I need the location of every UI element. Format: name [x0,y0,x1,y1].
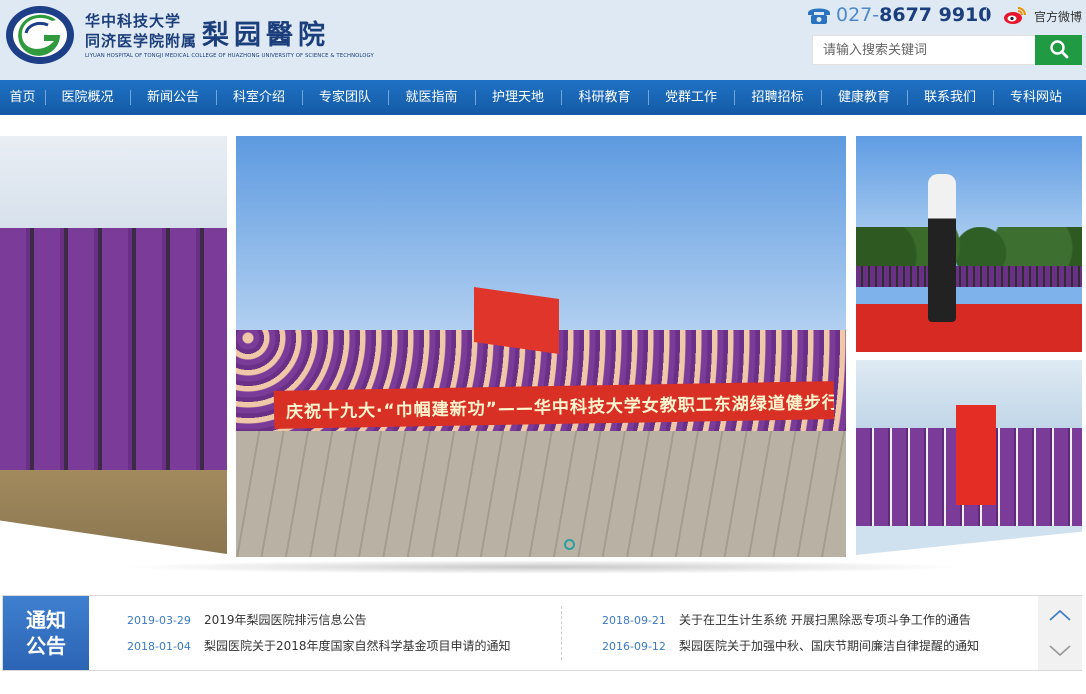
notice-panel: 通知 公告 2019-03-29 2019年梨园医院排污信息公告 2018-01-… [2,595,1082,671]
notice-divider [561,606,562,660]
notice-title[interactable]: 2019年梨园医院排污信息公告 [204,613,367,627]
weibo-link[interactable]: 官方微博 [1034,8,1082,25]
notice-item[interactable]: 2016-09-12 梨园医院关于加强中秋、国庆节期间廉洁自律提醒的通知 [602,637,979,654]
nav-item-research[interactable]: 科研教育 [561,80,648,115]
slide-photo-left[interactable] [0,136,227,554]
logo-line-2: 同济医学院附属 [85,32,198,50]
nav-item-specialty-sites[interactable]: 专科网站 [993,80,1079,115]
slide-photo-bottom-right[interactable] [856,360,1082,555]
nav-item-recruitment[interactable]: 招聘招标 [734,80,821,115]
header-divider [986,8,987,22]
photo-ground [0,470,227,554]
banner-carousel: 庆祝十九大·“巾帼建新功”——华中科技大学女教职工东湖绿道健步行活动 [0,116,1086,574]
search-input[interactable] [812,35,1036,65]
notice-date: 2019-03-29 [127,614,191,627]
hotline-area-code: 027- [836,4,880,26]
notice-title[interactable]: 梨园医院关于2018年度国家自然科学基金项目申请的通知 [204,639,511,653]
phone-icon [808,8,830,24]
notice-title[interactable]: 梨园医院关于加强中秋、国庆节期间廉洁自律提醒的通知 [679,639,979,653]
nav-item-party[interactable]: 党群工作 [648,80,734,115]
carousel-indicator[interactable] [564,539,575,550]
nav-item-patient-guide[interactable]: 就医指南 [388,80,475,115]
photo-ground [236,430,846,557]
nav-item-news[interactable]: 新闻公告 [130,80,216,115]
hotline: 027-8677 9910 [836,4,992,26]
notice-prev-button[interactable] [1038,596,1082,633]
photo-group [0,227,227,492]
notice-date: 2016-09-12 [602,640,666,653]
notice-scroll-controls [1038,596,1082,670]
notice-next-button[interactable] [1038,633,1082,670]
nav-item-home[interactable]: 首页 [0,80,45,115]
nav-item-health-education[interactable]: 健康教育 [821,80,907,115]
main-nav: 首页 医院概况 新闻公告 科室介绍 专家团队 就医指南 护理天地 科研教育 党群… [0,80,1086,115]
hotline-number: 8677 9910 [879,4,992,26]
nav-item-nursing[interactable]: 护理天地 [475,80,561,115]
notice-title[interactable]: 关于在卫生计生系统 开展扫黑除恶专项斗争工作的通告 [679,613,971,627]
photo-stage [856,304,1082,352]
header: 华中科技大学 同济医学院附属 梨园醫院 LIYUAN HOSPITAL OF T… [0,0,1086,80]
chevron-down-icon [1049,645,1071,657]
notice-item[interactable]: 2018-01-04 梨园医院关于2018年度国家自然科学基金项目申请的通知 [127,637,511,654]
logo-hospital-name: 梨园醫院 [202,20,330,51]
logo-line-1: 华中科技大学 [85,12,182,30]
notice-heading-line-2: 公告 [26,634,66,658]
photo-standee [956,405,996,505]
notice-heading: 通知 公告 [3,596,89,670]
red-flag [474,287,559,354]
notice-heading-line-1: 通知 [26,608,66,632]
search-icon [1049,39,1068,58]
nav-item-contact[interactable]: 联系我们 [907,80,993,115]
logo-text-english: LIYUAN HOSPITAL OF TONGJI MEDICAL COLLEG… [85,53,374,59]
banner-shadow [120,560,966,574]
chevron-up-icon [1049,609,1071,621]
notice-item[interactable]: 2019-03-29 2019年梨园医院排污信息公告 [127,611,367,628]
slide-photo-top-right[interactable] [856,136,1082,352]
slide-photo-main[interactable]: 庆祝十九大·“巾帼建新功”——华中科技大学女教职工东湖绿道健步行活动 [236,136,846,557]
page: 华中科技大学 同济医学院附属 梨园醫院 LIYUAN HOSPITAL OF T… [0,0,1086,694]
weibo-icon[interactable] [1003,5,1027,25]
notice-item[interactable]: 2018-09-21 关于在卫生计生系统 开展扫黑除恶专项斗争工作的通告 [602,611,971,628]
notice-date: 2018-01-04 [127,640,191,653]
nav-item-overview[interactable]: 医院概况 [45,80,130,115]
photo-performer [928,174,956,322]
search-button[interactable] [1035,35,1082,65]
notice-date: 2018-09-21 [602,614,666,627]
nav-item-experts[interactable]: 专家团队 [302,80,388,115]
event-slogan: 庆祝十九大·“巾帼建新功”——华中科技大学女教职工东湖绿道健步行活动 [285,392,835,423]
hospital-logo-icon[interactable] [4,3,76,67]
logo-text-chinese: 华中科技大学 同济医学院附属 [85,11,197,51]
nav-item-departments[interactable]: 科室介绍 [216,80,302,115]
photo-group [856,265,1082,288]
